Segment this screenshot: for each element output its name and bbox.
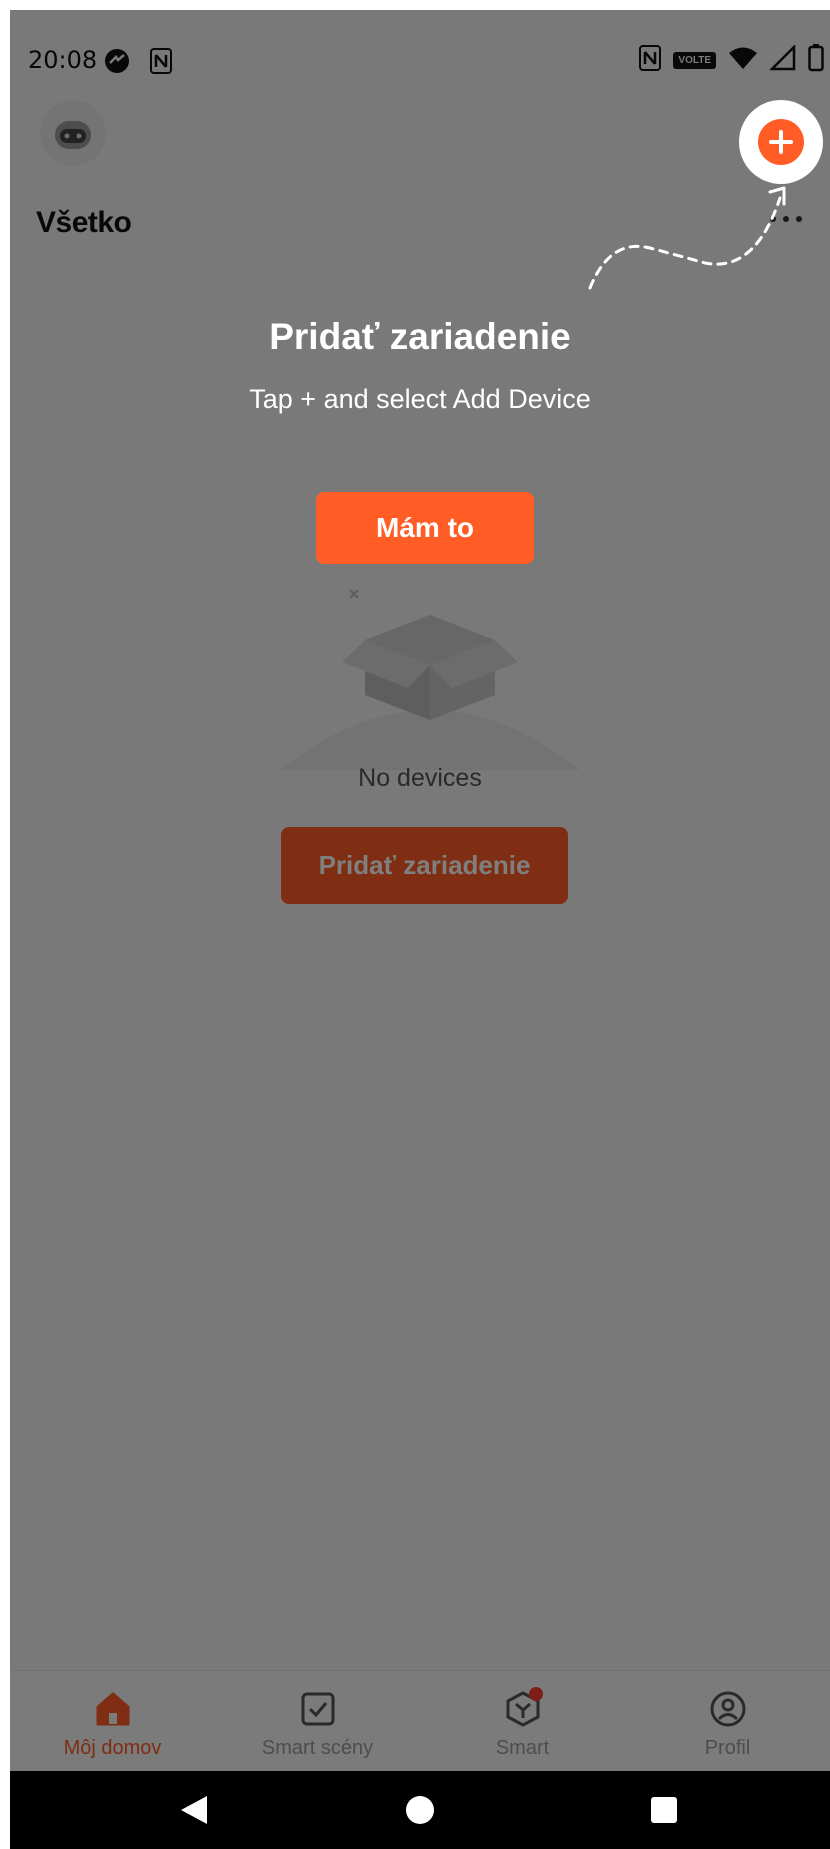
home-nav-icon[interactable]: [360, 1771, 480, 1849]
guide-arrow-icon: [588, 186, 786, 290]
app-screen: 20:08 VOLTE: [10, 10, 830, 1849]
recents-nav-icon[interactable]: [604, 1771, 724, 1849]
plus-icon: [758, 119, 804, 165]
back-nav-icon[interactable]: [134, 1771, 254, 1849]
guide-subtitle: Tap + and select Add Device: [249, 384, 591, 414]
guide-title: Pridať zariadenie: [269, 316, 571, 357]
got-it-button[interactable]: Mám to: [316, 492, 534, 564]
add-button-spotlight[interactable]: [739, 100, 823, 184]
system-navigation-bar: [10, 1771, 830, 1849]
